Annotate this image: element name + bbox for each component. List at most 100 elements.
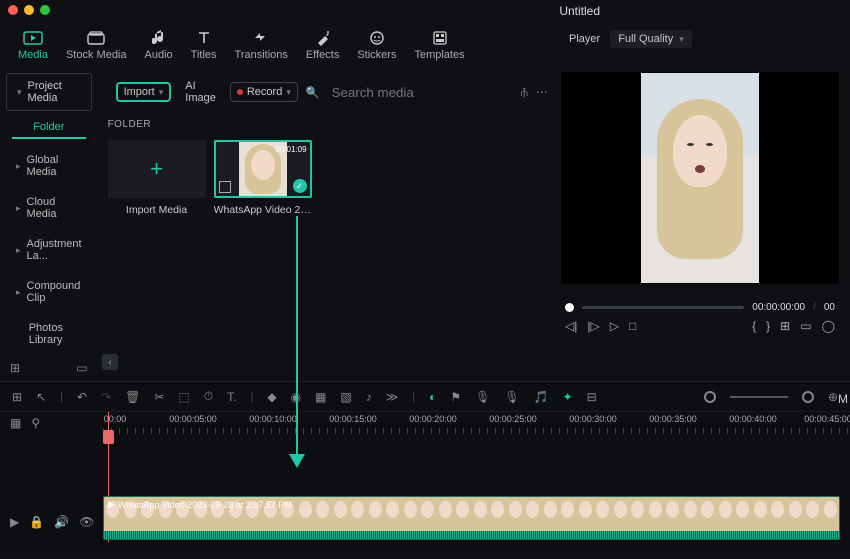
tab-titles[interactable]: Titles xyxy=(191,30,217,61)
scrub-track[interactable] xyxy=(582,306,744,309)
delete-icon[interactable]: 🗑 xyxy=(125,390,140,404)
project-media-button[interactable]: ▾ Project Media xyxy=(6,73,92,111)
visibility-icon[interactable]: 👁 xyxy=(79,515,94,529)
clip-label: WhatsApp Video 2023-09-28 at 2.07.57 PM xyxy=(118,500,292,510)
clip-video-icon: ▶ xyxy=(108,499,115,510)
cut-icon[interactable]: ✂ xyxy=(154,390,164,404)
new-folder-icon[interactable]: ⊞ xyxy=(10,361,20,375)
tab-label: Stickers xyxy=(357,49,396,61)
prev-frame-icon[interactable]: ◁| xyxy=(565,319,577,333)
tool-pointer-icon[interactable]: ↖ xyxy=(36,390,46,404)
record-button[interactable]: Record ▾ xyxy=(230,82,298,102)
sidebar-item-photos-library[interactable]: Photos Library xyxy=(6,313,92,355)
quality-value: Full Quality xyxy=(618,33,673,45)
ruler-mark: 00:00:25:00 xyxy=(489,414,537,424)
tab-audio[interactable]: Audio xyxy=(145,30,173,61)
undo-icon[interactable]: ↶ xyxy=(77,390,87,404)
audio-icon[interactable]: ♪ xyxy=(366,390,372,404)
zoom-slider[interactable] xyxy=(730,396,788,398)
magnet-icon[interactable]: ⚲ xyxy=(31,416,40,430)
fit-icon[interactable]: ⊕ xyxy=(828,390,838,404)
right-edge-label: M xyxy=(838,392,848,406)
audio-icon xyxy=(149,30,169,46)
chevron-right-icon: ▸ xyxy=(16,161,21,172)
ai-tool-icon[interactable]: ◐ xyxy=(429,390,436,404)
stop-icon[interactable]: □ xyxy=(629,319,636,333)
import-media-tile[interactable]: + Import Media xyxy=(108,140,206,216)
ai-image-button[interactable]: AI Image xyxy=(179,77,222,107)
titles-icon xyxy=(194,30,214,46)
transitions-icon xyxy=(251,30,271,46)
sidebar-item-label: Photos Library xyxy=(29,322,82,346)
sidebar-item-compound-clip[interactable]: ▸ Compound Clip xyxy=(6,271,92,313)
window-controls[interactable] xyxy=(0,0,58,24)
tab-stickers[interactable]: Stickers xyxy=(357,30,396,61)
mask-icon[interactable]: ▧ xyxy=(340,390,351,404)
bracket-out-icon[interactable]: } xyxy=(766,319,770,333)
snapshot-icon[interactable]: ◯ xyxy=(822,319,835,333)
speed-icon[interactable]: ⏱ xyxy=(204,389,213,404)
tab-label: Effects xyxy=(306,49,339,61)
mixer-icon[interactable]: ⊟ xyxy=(587,390,597,404)
sidebar-item-label: Compound Clip xyxy=(27,280,82,304)
text-icon[interactable]: T. xyxy=(227,390,236,404)
bracket-in-icon[interactable]: { xyxy=(752,319,756,333)
maximize-window-icon[interactable] xyxy=(40,5,50,15)
video-track-icon[interactable]: ▶ xyxy=(10,515,19,529)
tab-media[interactable]: Media xyxy=(18,30,48,61)
tab-effects[interactable]: Effects xyxy=(306,30,339,61)
quality-select[interactable]: Full Quality ▾ xyxy=(610,30,692,48)
tab-label: Audio xyxy=(145,49,173,61)
ruler-mark: 00:00:40:00 xyxy=(729,414,777,424)
skip-icon[interactable]: ≫ xyxy=(386,390,399,404)
play-icon[interactable]: ▷ xyxy=(610,319,619,333)
timeline-clip[interactable]: ▶WhatsApp Video 2023-09-28 at 2.07.57 PM xyxy=(103,496,840,540)
play-back-icon[interactable]: |▷ xyxy=(587,319,599,333)
tab-stock-media[interactable]: Stock Media xyxy=(66,30,127,61)
search-icon: 🔍 xyxy=(306,86,320,99)
ruler-mark: 00:00:05:00 xyxy=(169,414,217,424)
tab-label: Stock Media xyxy=(66,49,127,61)
sidebar-item-cloud-media[interactable]: ▸Cloud Media xyxy=(6,187,92,229)
timeline-ruler[interactable]: 00:00 00:00:05:00 00:00:10:00 00:00:15:0… xyxy=(103,412,850,434)
tab-templates[interactable]: Templates xyxy=(414,30,464,61)
voice-icon[interactable]: 🎙 xyxy=(475,390,490,404)
video-preview[interactable] xyxy=(561,72,839,284)
minimize-window-icon[interactable] xyxy=(24,5,34,15)
chevron-down-icon: ▾ xyxy=(17,87,22,98)
lock-icon[interactable]: 🔒 xyxy=(29,515,44,529)
marker-icon[interactable]: ⚑ xyxy=(450,390,461,404)
import-button[interactable]: Import ▾ xyxy=(116,82,172,102)
record-icon xyxy=(237,89,243,95)
sidebar-item-adjustment-layer[interactable]: ▸Adjustment La... xyxy=(6,229,92,271)
scrub-handle[interactable] xyxy=(565,303,574,312)
filter-icon[interactable]: ⫚ xyxy=(521,85,528,100)
color-icon[interactable]: ▦ xyxy=(315,390,326,404)
zoom-in-icon[interactable] xyxy=(802,391,814,403)
stock-media-icon xyxy=(86,30,106,46)
compare-icon[interactable]: ▭ xyxy=(800,319,811,333)
more-icon[interactable]: ⋯ xyxy=(536,85,548,99)
sidebar-item-global-media[interactable]: ▸Global Media xyxy=(6,145,92,187)
zoom-out-icon[interactable] xyxy=(704,391,716,403)
mute-icon[interactable]: 🔊 xyxy=(54,515,69,529)
redo-icon[interactable]: ↷ xyxy=(101,390,111,404)
voice2-icon[interactable]: 🎙 xyxy=(504,390,519,404)
close-window-icon[interactable] xyxy=(8,5,18,15)
search-input[interactable] xyxy=(328,83,513,102)
enhance-icon[interactable]: ✦ xyxy=(563,390,573,404)
chevron-right-icon: ▸ xyxy=(16,287,21,298)
folder-tab[interactable]: Folder xyxy=(12,117,86,139)
tab-transitions[interactable]: Transitions xyxy=(235,30,288,61)
media-clip-tile[interactable]: 00:01:09 ✓ WhatsApp Video 202… xyxy=(214,140,312,216)
keyframe-icon[interactable]: ◆ xyxy=(267,390,276,404)
tab-label: Templates xyxy=(414,49,464,61)
music-icon[interactable]: 🎵 xyxy=(534,390,549,404)
plus-icon: + xyxy=(150,156,163,182)
tool-grid-icon[interactable]: ⊞ xyxy=(12,390,22,404)
folder-icon[interactable]: ▭ xyxy=(76,361,87,375)
collapse-sidebar-icon[interactable]: ‹ xyxy=(102,354,118,370)
crop-icon[interactable]: ⬚ xyxy=(178,390,189,404)
track-header-icon[interactable]: ▦ xyxy=(10,416,21,430)
grid-icon[interactable]: ⊞ xyxy=(780,319,790,333)
